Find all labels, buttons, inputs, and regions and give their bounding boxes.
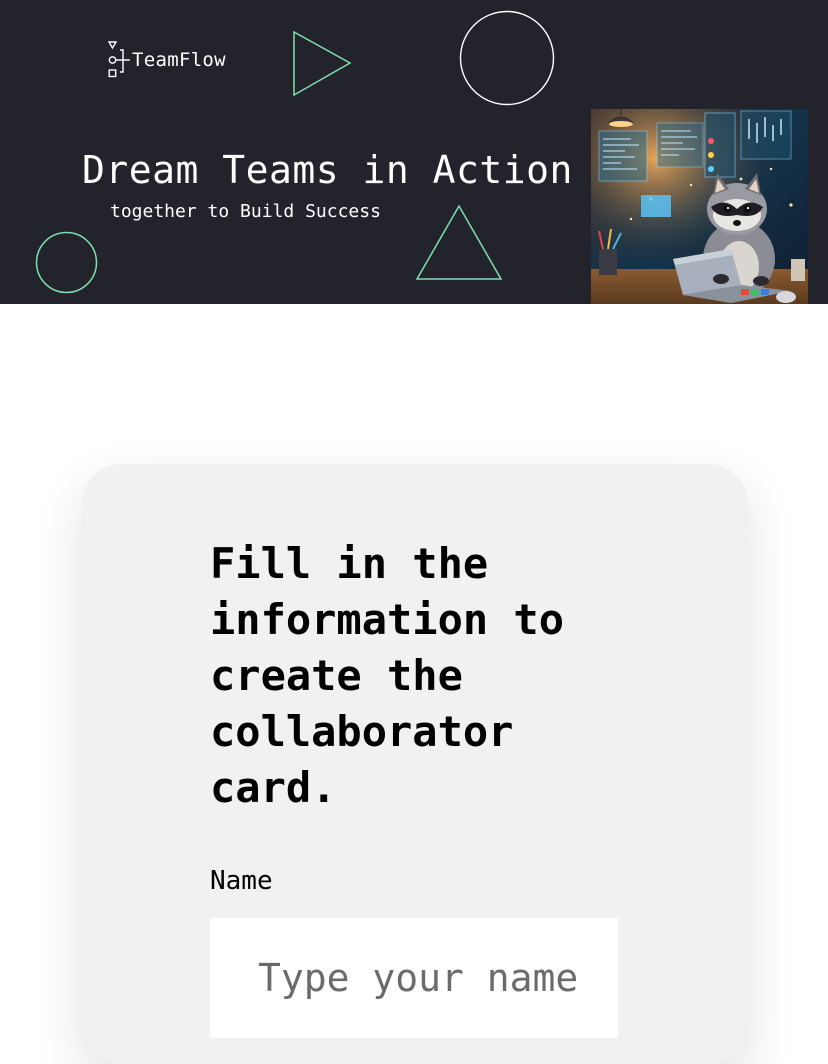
triangle-right-shape xyxy=(293,30,352,97)
hero-title: Dream Teams in Action xyxy=(82,148,573,192)
logo-text: TeamFlow xyxy=(132,49,226,71)
name-input[interactable] xyxy=(210,918,618,1038)
triangle-up-shape xyxy=(415,204,503,280)
hero-image-raccoon xyxy=(591,109,808,304)
name-field-label: Name xyxy=(210,866,273,896)
hero-subtitle: together to Build Success xyxy=(110,201,381,222)
header-banner: TeamFlow Dream Teams in Action together … xyxy=(0,0,828,304)
form-title: Fill in the information to create the co… xyxy=(210,539,565,812)
logo[interactable]: TeamFlow xyxy=(106,40,226,80)
circle-small-shape xyxy=(35,231,98,294)
flow-diagram-icon xyxy=(107,41,130,78)
circle-outline-shape xyxy=(459,10,555,106)
collaborator-form-card: Fill in the information to create the co… xyxy=(82,464,748,1064)
